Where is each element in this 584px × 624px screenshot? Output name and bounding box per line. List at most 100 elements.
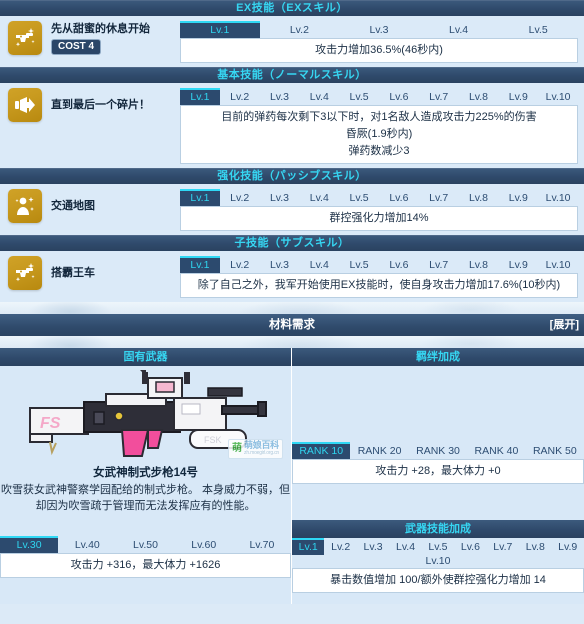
weapon-skill-tab-10[interactable]: Lv.10 xyxy=(292,555,584,568)
level-tab-sub-5[interactable]: Lv.5 xyxy=(339,257,379,273)
level-tab-sub-6[interactable]: Lv.6 xyxy=(379,257,419,273)
weapon-skill-tab-3[interactable]: Lv.3 xyxy=(357,539,389,555)
skill-row-sub: 搭霸王车 Lv.1 Lv.2 Lv.3 Lv.4 Lv.5 Lv.6 Lv.7 … xyxy=(0,251,584,302)
level-tab-ex-4[interactable]: Lv.4 xyxy=(419,22,499,38)
watermark-badge: 萌 萌娘百科 zh.moegirl.org.cn xyxy=(228,439,283,459)
weapon-column: 固有武器 FS FSK 萌 萌娘百科 zh.moegirl.org.cn 女武神… xyxy=(0,348,292,604)
level-tab-sub-9[interactable]: Lv.9 xyxy=(498,257,538,273)
weapon-skill-tab-1[interactable]: Lv.1 xyxy=(292,538,325,555)
watermark-line1: 萌娘百科 xyxy=(244,440,279,450)
level-tab-normal-8[interactable]: Lv.8 xyxy=(459,89,499,105)
skill-description-line: 昏厥(1.9秒内) xyxy=(345,128,413,140)
weapon-skill-header: 武器技能加成 xyxy=(292,520,584,538)
weapon-stat-text: 攻击力 +316，最大体力 +1626 xyxy=(0,553,291,578)
watermark: 萌 萌娘百科 zh.moegirl.org.cn xyxy=(228,439,283,459)
level-tab-sub-8[interactable]: Lv.8 xyxy=(459,257,499,273)
decorative-art-strip xyxy=(0,302,584,314)
rank-block: RANK 10 RANK 20 RANK 30 RANK 40 RANK 50 … xyxy=(292,442,584,484)
weapon-level-tab-30[interactable]: Lv.30 xyxy=(0,536,59,553)
level-tab-ex-2[interactable]: Lv.2 xyxy=(260,22,340,38)
weapon-header: 固有武器 xyxy=(0,348,291,366)
level-tab-normal-10[interactable]: Lv.10 xyxy=(538,89,578,105)
rank-tab-30[interactable]: RANK 30 xyxy=(409,443,467,459)
level-tab-passive-10[interactable]: Lv.10 xyxy=(538,190,578,206)
skill-description-line: 目前的弹药每次剩下3以下时，对1名敌人造成攻击力225%的伤害 xyxy=(221,111,537,123)
level-tab-passive-6[interactable]: Lv.6 xyxy=(379,190,419,206)
level-tab-normal-7[interactable]: Lv.7 xyxy=(419,89,459,105)
skill-description-line: 除了自己之外，我军开始使用EX技能时，使自身攻击力增加17.6%(10秒内) xyxy=(197,279,561,291)
weapon-skill-tab-4[interactable]: Lv.4 xyxy=(389,539,421,555)
level-tab-passive-7[interactable]: Lv.7 xyxy=(419,190,459,206)
bond-body: RANK 10 RANK 20 RANK 30 RANK 40 RANK 50 … xyxy=(292,366,584,604)
level-tab-normal-1[interactable]: Lv.1 xyxy=(180,88,220,105)
rank-tab-10[interactable]: RANK 10 xyxy=(292,442,351,459)
decorative-art-strip-2 xyxy=(0,336,584,348)
skill-right-sub: Lv.1 Lv.2 Lv.3 Lv.4 Lv.5 Lv.6 Lv.7 Lv.8 … xyxy=(180,256,584,298)
watermark-text: 萌娘百科 zh.moegirl.org.cn xyxy=(244,441,279,457)
skill-description-line: 攻击力增加36.5%(46秒内) xyxy=(315,44,443,56)
level-tab-passive-4[interactable]: Lv.4 xyxy=(299,190,339,206)
bond-header: 羁绊加成 xyxy=(292,348,584,366)
level-tab-normal-2[interactable]: Lv.2 xyxy=(220,89,260,105)
skill-left-normal: 直到最后一个碎片！ xyxy=(0,88,180,122)
weapon-skill-tabs: Lv.1 Lv.2 Lv.3 Lv.4 Lv.5 Lv.6 Lv.7 Lv.8 … xyxy=(292,538,584,555)
weapon-level-tab-50[interactable]: Lv.50 xyxy=(116,537,174,553)
level-tab-passive-3[interactable]: Lv.3 xyxy=(260,190,300,206)
watermark-line2: zh.moegirl.org.cn xyxy=(244,450,279,456)
pistol-sparkle-icon xyxy=(8,21,42,55)
weapon-level-block: Lv.30 Lv.40 Lv.50 Lv.60 Lv.70 攻击力 +316，最… xyxy=(0,536,291,578)
svg-text:FS: FS xyxy=(40,415,61,432)
rank-tab-40[interactable]: RANK 40 xyxy=(467,443,525,459)
skill-names-ex: 先从甜蜜的休息开始 COST 4 xyxy=(51,22,150,55)
skill-description-passive: 群控强化力增加14% xyxy=(180,206,578,231)
weapon-skill-tab-6[interactable]: Lv.6 xyxy=(454,539,486,555)
level-tab-normal-3[interactable]: Lv.3 xyxy=(260,89,300,105)
level-tab-passive-5[interactable]: Lv.5 xyxy=(339,190,379,206)
level-tab-normal-6[interactable]: Lv.6 xyxy=(379,89,419,105)
skill-right-passive: Lv.1 Lv.2 Lv.3 Lv.4 Lv.5 Lv.6 Lv.7 Lv.8 … xyxy=(180,189,584,231)
weapon-skill-tab-5[interactable]: Lv.5 xyxy=(422,539,454,555)
level-tab-ex-3[interactable]: Lv.3 xyxy=(339,22,419,38)
weapon-level-tab-40[interactable]: Lv.40 xyxy=(58,537,116,553)
weapon-skill-tab-9[interactable]: Lv.9 xyxy=(552,539,584,555)
weapon-skill-tab-8[interactable]: Lv.8 xyxy=(519,539,551,555)
weapon-level-tabs: Lv.30 Lv.40 Lv.50 Lv.60 Lv.70 xyxy=(0,536,291,553)
weapon-skill-tab-2[interactable]: Lv.2 xyxy=(324,539,356,555)
skill-title-ex: 先从甜蜜的休息开始 xyxy=(51,22,150,35)
materials-title: 材料需求 xyxy=(269,319,315,331)
weapon-level-tab-60[interactable]: Lv.60 xyxy=(175,537,233,553)
skill-page: EX技能（EXスキル） 先从甜蜜的休息开始 COST 4 Lv.1 Lv.2 L… xyxy=(0,0,584,624)
level-tab-ex-5[interactable]: Lv.5 xyxy=(498,22,578,38)
materials-expand-button[interactable]: [展开] xyxy=(550,314,579,336)
rank-tab-20[interactable]: RANK 20 xyxy=(350,443,408,459)
level-tab-passive-1[interactable]: Lv.1 xyxy=(180,189,220,206)
weapon-skill-tab-7[interactable]: Lv.7 xyxy=(487,539,519,555)
skill-description-line: 群控强化力增加14% xyxy=(329,212,429,224)
skill-left-ex: 先从甜蜜的休息开始 COST 4 xyxy=(0,21,180,55)
weapon-image-area: FS FSK 萌 萌娘百科 zh.moegirl.org.cn xyxy=(0,366,291,462)
level-tab-passive-8[interactable]: Lv.8 xyxy=(459,190,499,206)
skill-title-normal: 直到最后一个碎片！ xyxy=(51,99,150,111)
skill-right-ex: Lv.1 Lv.2 Lv.3 Lv.4 Lv.5 攻击力增加36.5%(46秒内… xyxy=(180,21,584,63)
skill-row-passive: 交通地图 Lv.1 Lv.2 Lv.3 Lv.4 Lv.5 Lv.6 Lv.7 … xyxy=(0,184,584,235)
level-tab-sub-7[interactable]: Lv.7 xyxy=(419,257,459,273)
rank-tab-50[interactable]: RANK 50 xyxy=(526,443,584,459)
level-tab-sub-3[interactable]: Lv.3 xyxy=(260,257,300,273)
level-tabs-passive: Lv.1 Lv.2 Lv.3 Lv.4 Lv.5 Lv.6 Lv.7 Lv.8 … xyxy=(180,189,578,206)
level-tab-passive-2[interactable]: Lv.2 xyxy=(220,190,260,206)
level-tab-ex-1[interactable]: Lv.1 xyxy=(180,21,260,38)
level-tab-normal-4[interactable]: Lv.4 xyxy=(299,89,339,105)
skill-description-normal: 目前的弹药每次剩下3以下时，对1名敌人造成攻击力225%的伤害 昏厥(1.9秒内… xyxy=(180,105,578,164)
level-tab-passive-9[interactable]: Lv.9 xyxy=(498,190,538,206)
weapon-level-tab-70[interactable]: Lv.70 xyxy=(233,537,291,553)
bond-stat-text: 攻击力 +28，最大体力 +0 xyxy=(292,459,584,484)
level-tab-sub-4[interactable]: Lv.4 xyxy=(299,257,339,273)
skill-left-passive: 交通地图 xyxy=(0,189,180,223)
weapon-skill-description: 暴击数值增加 100/额外使群控强化力增加 14 xyxy=(292,568,584,593)
level-tab-sub-1[interactable]: Lv.1 xyxy=(180,256,220,273)
bond-column: 羁绊加成 RANK 10 RANK 20 RANK 30 RANK 40 RAN… xyxy=(292,348,584,604)
level-tab-sub-10[interactable]: Lv.10 xyxy=(538,257,578,273)
level-tab-normal-5[interactable]: Lv.5 xyxy=(339,89,379,105)
level-tab-sub-2[interactable]: Lv.2 xyxy=(220,257,260,273)
level-tab-normal-9[interactable]: Lv.9 xyxy=(498,89,538,105)
